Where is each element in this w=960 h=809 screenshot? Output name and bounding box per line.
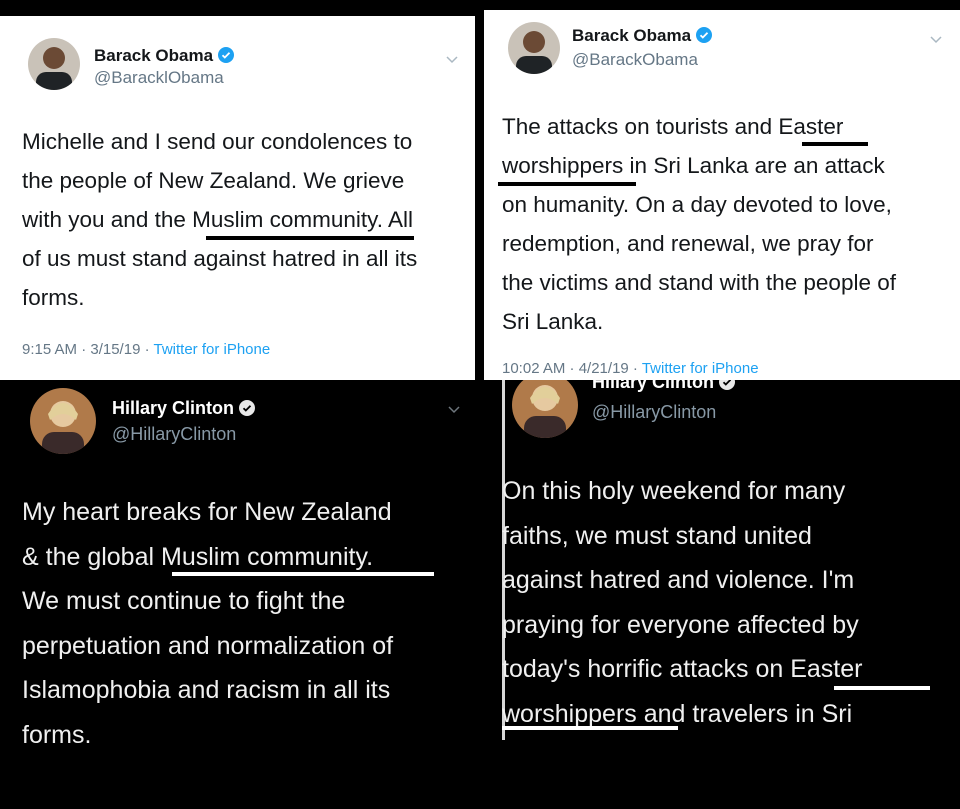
tweet-obama-nz: Barack Obama @BaracklObama Michelle and … xyxy=(0,16,475,380)
tweet-clinton-nz: Hillary Clinton @HillaryClinton My heart… xyxy=(0,380,478,750)
handle[interactable]: @HillaryClinton xyxy=(112,424,236,445)
handle[interactable]: @HillaryClinton xyxy=(592,402,716,423)
tweet-text: The attacks on tourists and Easter worsh… xyxy=(502,114,896,334)
source-link[interactable]: Twitter for iPhone xyxy=(153,341,270,358)
underline-mark xyxy=(502,726,678,730)
display-name[interactable]: Barack Obama xyxy=(94,46,235,66)
tweet-obama-srilanka: Barack Obama @BarackObama The attacks on… xyxy=(484,10,960,380)
avatar[interactable] xyxy=(512,380,578,438)
chevron-down-icon[interactable] xyxy=(448,406,460,414)
display-name[interactable]: Hillary Clinton xyxy=(592,380,736,393)
tweet-text: Michelle and I send our condolences to t… xyxy=(22,129,418,310)
underline-mark xyxy=(172,572,434,576)
tweet-clinton-srilanka: Hillary Clinton @HillaryClinton On this … xyxy=(484,380,960,750)
avatar[interactable] xyxy=(30,388,96,454)
display-name[interactable]: Hillary Clinton xyxy=(112,398,256,419)
underline-mark xyxy=(802,142,868,146)
timestamp: 9:15 AM · 3/15/19 · Twitter for iPhone xyxy=(22,341,271,358)
avatar[interactable] xyxy=(28,38,80,90)
tweet-text: On this holy weekend for many faiths, we… xyxy=(502,477,863,728)
chevron-down-icon[interactable] xyxy=(446,56,458,64)
verified-badge-icon xyxy=(719,380,736,390)
handle[interactable]: @BaracklObama xyxy=(94,68,224,88)
underline-mark xyxy=(206,236,414,240)
source-link[interactable]: Twitter for iPhone xyxy=(642,360,759,377)
chevron-down-icon[interactable] xyxy=(930,36,942,44)
tweet-text: My heart breaks for New Zealand & the gl… xyxy=(22,498,394,749)
avatar[interactable] xyxy=(508,22,560,74)
verified-badge-icon xyxy=(696,27,713,43)
underline-mark xyxy=(834,686,930,690)
verified-badge-icon xyxy=(239,400,256,416)
display-name[interactable]: Barack Obama xyxy=(572,26,713,46)
underline-mark xyxy=(498,182,636,186)
handle[interactable]: @BarackObama xyxy=(572,50,698,70)
timestamp: 10:02 AM · 4/21/19 · Twitter for iPhone xyxy=(502,360,759,377)
verified-badge-icon xyxy=(218,47,235,63)
